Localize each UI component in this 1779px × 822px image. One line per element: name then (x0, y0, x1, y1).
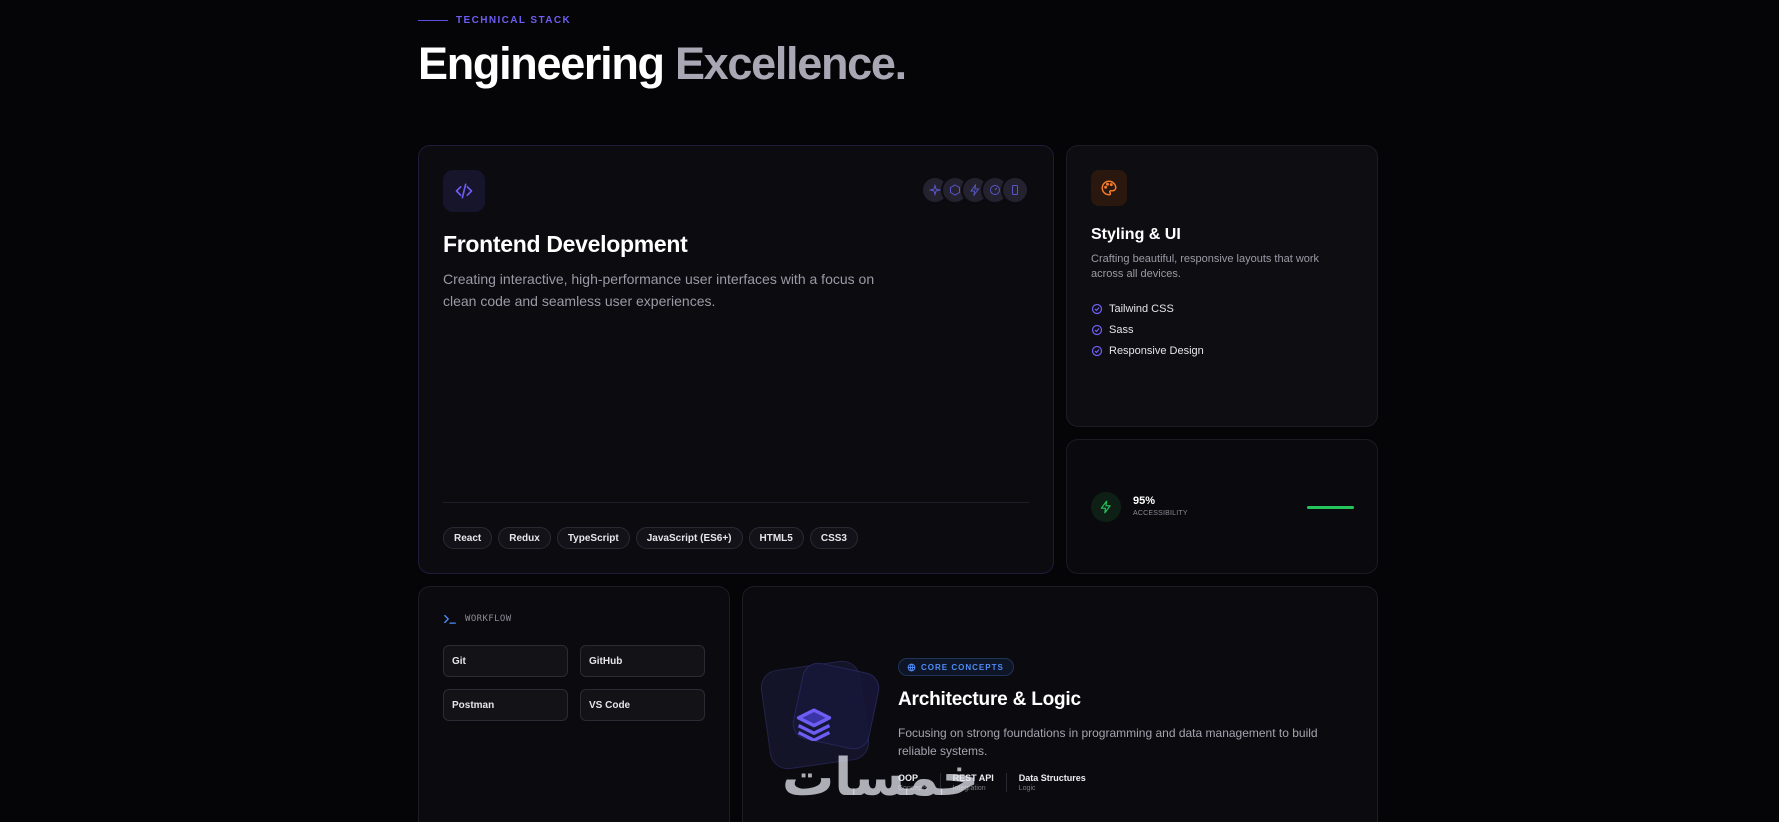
check-circle-icon (1091, 345, 1103, 356)
styling-description: Crafting beautiful, responsive layouts t… (1091, 253, 1320, 280)
list-item-label: Responsive Design (1109, 344, 1204, 357)
tag-javascript: JavaScript (ES6+) (635, 527, 743, 549)
metric-value: 95% (1133, 495, 1156, 507)
styling-checklist: Tailwind CSS Sass Responsive Design (1091, 298, 1204, 361)
workflow-header: WORKFLOW (443, 613, 512, 625)
tag-html5: HTML5 (748, 527, 804, 549)
heading-primary: Engineering (418, 38, 665, 89)
metric-label: ACCESSIBILITY (1133, 510, 1188, 517)
concept-sub: Logic (1018, 785, 1036, 792)
tag-react: React (443, 527, 493, 549)
list-item-label: Sass (1109, 323, 1134, 336)
watermark-logo: خمسات (782, 748, 981, 808)
styling-title: Styling & UI (1091, 226, 1181, 243)
tool-postman: Postman (443, 689, 568, 721)
frontend-divider (443, 502, 1029, 503)
accessibility-metric-card: 95% ACCESSIBILITY (1066, 439, 1378, 574)
badge-label: CORE CONCEPTS (921, 662, 1004, 672)
list-item: Responsive Design (1091, 340, 1204, 361)
tech-avatar-group (921, 176, 1029, 204)
architecture-title: Architecture & Logic (898, 689, 1081, 710)
code-icon (443, 170, 485, 212)
frontend-tag-list: React Redux TypeScript JavaScript (ES6+)… (443, 527, 858, 549)
styling-card: Styling & UI Crafting beautiful, respons… (1066, 145, 1378, 427)
core-concepts-badge: CORE CONCEPTS (898, 658, 1014, 676)
tag-css3: CSS3 (809, 527, 858, 549)
globe-icon (907, 663, 916, 671)
bolt-icon (1091, 492, 1121, 522)
concept-item: Data Structures Logic (1019, 773, 1098, 792)
workflow-card: WORKFLOW Git GitHub Postman VS Code (418, 586, 730, 822)
metric-progress-bar (1307, 506, 1354, 509)
check-circle-icon (1091, 324, 1103, 335)
list-item: Tailwind CSS (1091, 298, 1204, 319)
terminal-icon (444, 614, 456, 624)
layers-icon (796, 708, 832, 741)
frontend-title: Frontend Development (443, 231, 688, 257)
tag-redux: Redux (498, 527, 551, 549)
concept-name: Data Structures (1018, 773, 1086, 783)
phone-icon (1001, 176, 1029, 204)
workflow-tool-grid: Git GitHub Postman VS Code (443, 645, 705, 721)
palette-icon (1091, 170, 1127, 206)
list-item-label: Tailwind CSS (1109, 302, 1174, 315)
tool-git: Git (443, 645, 568, 677)
heading-secondary: Excellence. (674, 38, 907, 89)
frontend-description: Creating interactive, high-performance u… (443, 271, 875, 309)
metric-progress-fill (1307, 506, 1354, 509)
eyebrow-line (418, 20, 448, 21)
section-heading: Engineering Excellence. (418, 38, 907, 90)
tool-github: GitHub (580, 645, 705, 677)
tag-typescript: TypeScript (556, 527, 630, 549)
list-item: Sass (1091, 319, 1204, 340)
check-circle-icon (1091, 303, 1103, 314)
tool-vscode: VS Code (580, 689, 705, 721)
section-eyebrow: TECHNICAL STACK (418, 15, 571, 26)
workflow-label: WORKFLOW (465, 614, 512, 624)
eyebrow-label: TECHNICAL STACK (456, 15, 572, 26)
frontend-card: Frontend Development Creating interactiv… (418, 145, 1054, 574)
